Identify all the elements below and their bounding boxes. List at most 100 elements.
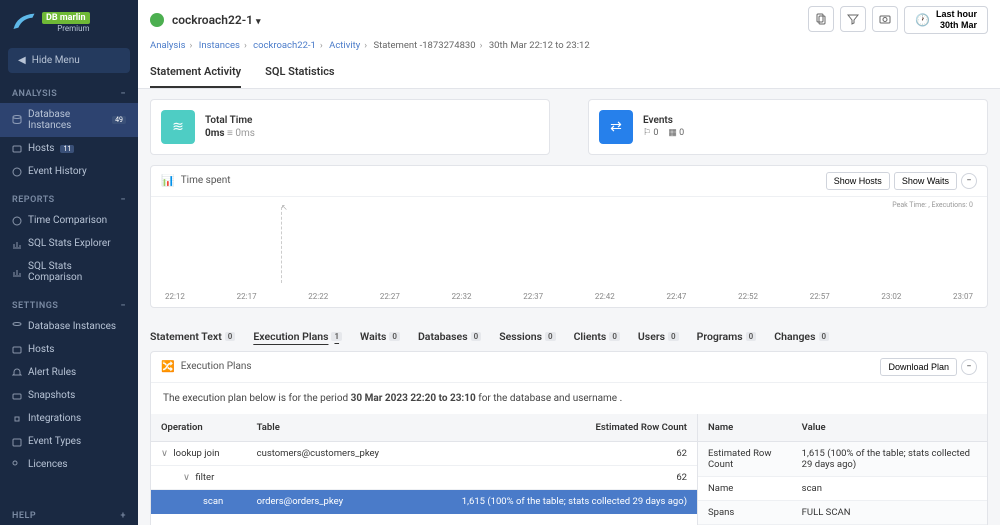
tab-programs[interactable]: Programs0 bbox=[697, 330, 757, 343]
tab-changes[interactable]: Changes0 bbox=[774, 330, 829, 343]
breadcrumb-link[interactable]: cockroach22-1 bbox=[253, 40, 316, 51]
chart-area[interactable]: Peak Time: , Executions: 0 ↖ 22:1222:172… bbox=[151, 197, 987, 307]
snapshot-button[interactable] bbox=[872, 6, 898, 32]
plan-row[interactable]: ∨ filter 62 bbox=[151, 465, 697, 489]
chart-icon bbox=[12, 267, 22, 277]
clock-icon bbox=[12, 167, 22, 177]
show-hosts-button[interactable]: Show Hosts bbox=[826, 172, 890, 190]
expand-icon[interactable]: + bbox=[121, 511, 126, 521]
time-icon: ≋ bbox=[161, 110, 195, 144]
sidebar-item-settings-hosts[interactable]: Hosts bbox=[0, 338, 138, 361]
sidebar: DB marlin Premium ◀ Hide Menu ANALYSIS− … bbox=[0, 0, 138, 525]
sidebar-item-time-comparison[interactable]: Time Comparison bbox=[0, 209, 138, 232]
sidebar-item-snapshots[interactable]: Snapshots bbox=[0, 384, 138, 407]
instance-selector[interactable]: cockroach22-1 ▾ bbox=[172, 13, 260, 27]
sidebar-item-sql-stats-comparison[interactable]: SQL Stats Comparison bbox=[0, 255, 138, 289]
col-table[interactable]: Table bbox=[247, 414, 412, 442]
tree-toggle-icon[interactable]: ∨ bbox=[183, 472, 193, 483]
card-total-time: ≋ Total Time 0ms ≡ 0ms bbox=[150, 99, 550, 155]
cursor-icon: ↖ bbox=[281, 203, 288, 212]
host-icon bbox=[12, 345, 22, 355]
sidebar-item-licences[interactable]: Licences bbox=[0, 453, 138, 476]
tab-sessions[interactable]: Sessions0 bbox=[499, 330, 555, 343]
sidebar-item-alert-rules[interactable]: Alert Rules bbox=[0, 361, 138, 384]
sidebar-item-event-types[interactable]: Event Types bbox=[0, 430, 138, 453]
nav-section-reports: REPORTS− bbox=[0, 183, 138, 209]
card-value: 0ms ≡ 0ms bbox=[205, 128, 255, 139]
filter-button[interactable] bbox=[840, 6, 866, 32]
card-stats: ⚐ 0 ▦ 0 bbox=[643, 128, 684, 138]
chart-x-axis: 22:1222:1722:2222:2722:3222:3722:4222:47… bbox=[165, 292, 973, 301]
camera-icon bbox=[879, 13, 891, 25]
plan-row[interactable]: ∨ lookup join customers@customers_pkey 6… bbox=[151, 441, 697, 465]
collapse-icon[interactable]: − bbox=[120, 195, 126, 205]
calendar-icon bbox=[12, 437, 22, 447]
copy-button[interactable] bbox=[808, 6, 834, 32]
plan-detail-table: Name Value Estimated Row Count1,615 (100… bbox=[698, 414, 987, 525]
collapse-button[interactable]: − bbox=[961, 173, 977, 189]
breadcrumb-current: 30th Mar 22:12 to 23:12 bbox=[489, 40, 590, 51]
col-operation[interactable]: Operation bbox=[151, 414, 247, 442]
marlin-icon bbox=[10, 8, 38, 36]
count-badge: 11 bbox=[60, 145, 74, 153]
page-tabs: Statement Activity SQL Statistics bbox=[138, 57, 1000, 89]
key-icon bbox=[12, 460, 22, 470]
tab-clients[interactable]: Clients0 bbox=[574, 330, 620, 343]
breadcrumb: Analysis› Instances› cockroach22-1› Acti… bbox=[138, 40, 1000, 57]
plan-tree-table: Operation Table Estimated Row Count ∨ lo… bbox=[151, 414, 697, 514]
calendar-icon: ▦ 0 bbox=[668, 128, 684, 138]
tab-sql-statistics[interactable]: SQL Statistics bbox=[265, 57, 334, 88]
collapse-icon[interactable]: − bbox=[120, 89, 126, 99]
database-icon bbox=[12, 322, 22, 332]
section-tabs: Statement Text0 Execution Plans1 Waits0 … bbox=[150, 322, 988, 351]
breadcrumb-link[interactable]: Analysis bbox=[150, 40, 186, 51]
clock-icon: 🕐 bbox=[915, 13, 930, 27]
events-icon: ⇄ bbox=[599, 110, 633, 144]
sidebar-item-integrations[interactable]: Integrations bbox=[0, 407, 138, 430]
filter-icon bbox=[847, 13, 859, 25]
download-plan-button[interactable]: Download Plan bbox=[880, 358, 957, 376]
brand-badge: DB marlin bbox=[42, 12, 90, 24]
show-waits-button[interactable]: Show Waits bbox=[894, 172, 957, 190]
sidebar-item-database-instances[interactable]: Database Instances 49 bbox=[0, 103, 138, 137]
topbar: cockroach22-1 ▾ 🕐 Last hour30th Mar bbox=[138, 0, 1000, 40]
time-range-button[interactable]: 🕐 Last hour30th Mar bbox=[904, 6, 988, 34]
changes-icon: ⚐ 0 bbox=[643, 128, 658, 138]
plan-icon: 🔀 bbox=[161, 360, 175, 373]
compare-icon bbox=[12, 216, 22, 226]
status-shield-icon bbox=[150, 13, 164, 27]
logo[interactable]: DB marlin Premium bbox=[0, 0, 138, 44]
hide-menu-button[interactable]: ◀ Hide Menu bbox=[8, 48, 130, 73]
time-spent-chart: 📊 Time spent Show Hosts Show Waits − Pea… bbox=[150, 165, 988, 308]
card-events: ⇄ Events ⚐ 0 ▦ 0 bbox=[588, 99, 988, 155]
detail-row: Estimated Row Count1,615 (100% of the ta… bbox=[698, 441, 987, 476]
col-name: Name bbox=[698, 414, 792, 442]
tab-statement-activity[interactable]: Statement Activity bbox=[150, 57, 241, 88]
tab-statement-text[interactable]: Statement Text0 bbox=[150, 330, 235, 343]
detail-row: Namescan bbox=[698, 476, 987, 500]
col-value: Value bbox=[792, 414, 987, 442]
tab-execution-plans[interactable]: Execution Plans1 bbox=[253, 330, 342, 343]
database-icon bbox=[12, 115, 22, 125]
sidebar-item-hosts[interactable]: Hosts 11 bbox=[0, 137, 138, 160]
breadcrumb-link[interactable]: Activity bbox=[329, 40, 360, 51]
col-erc[interactable]: Estimated Row Count bbox=[412, 414, 697, 442]
sidebar-item-event-history[interactable]: Event History bbox=[0, 160, 138, 183]
count-badge: 49 bbox=[112, 116, 126, 124]
sidebar-item-sql-stats-explorer[interactable]: SQL Stats Explorer bbox=[0, 232, 138, 255]
card-title: Events bbox=[643, 115, 684, 126]
panel-title: Execution Plans bbox=[181, 361, 252, 372]
collapse-icon[interactable]: − bbox=[120, 301, 126, 311]
collapse-button[interactable]: − bbox=[961, 359, 977, 375]
detail-row: SpansFULL SCAN bbox=[698, 500, 987, 524]
plan-row-selected[interactable]: scan orders@orders_pkey 1,615 (100% of t… bbox=[151, 489, 697, 513]
tab-databases[interactable]: Databases0 bbox=[418, 330, 481, 343]
tab-waits[interactable]: Waits0 bbox=[360, 330, 400, 343]
bell-icon bbox=[12, 368, 22, 378]
nav-section-settings: SETTINGS− bbox=[0, 289, 138, 315]
breadcrumb-link[interactable]: Instances bbox=[199, 40, 240, 51]
card-title: Total Time bbox=[205, 115, 255, 126]
tree-toggle-icon[interactable]: ∨ bbox=[161, 448, 171, 459]
tab-users[interactable]: Users0 bbox=[638, 330, 679, 343]
sidebar-item-settings-database-instances[interactable]: Database Instances bbox=[0, 315, 138, 338]
